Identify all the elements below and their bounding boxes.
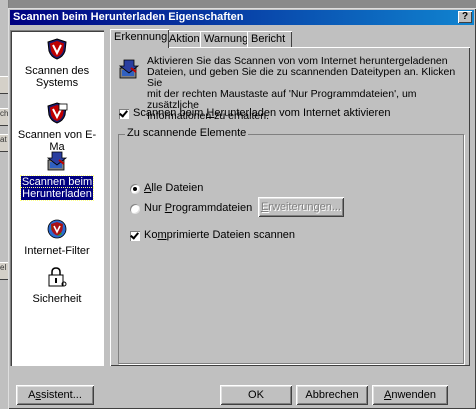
intro-line: Dateien, und geben Sie die zu scannenden… bbox=[147, 66, 456, 89]
all-files-label[interactable]: Alle Dateien bbox=[144, 182, 203, 194]
program-files-label[interactable]: Nur Programmdateien bbox=[144, 202, 252, 214]
download-scan-icon bbox=[46, 151, 68, 171]
tab-erkennung[interactable]: Erkennung bbox=[110, 29, 169, 48]
category-sidebar: Scannen des Systems Scannen von E-Ma Sca… bbox=[10, 30, 104, 366]
sidebar-item-label: Sicherheit bbox=[32, 293, 82, 305]
title-bar: Scannen beim Herunterladen Eigenschaften… bbox=[10, 10, 474, 25]
background-button: el bbox=[0, 262, 8, 280]
background-button: at bbox=[0, 134, 8, 152]
help-button[interactable]: ? bbox=[458, 11, 472, 23]
sidebar-item-security[interactable]: Sicherheit bbox=[12, 266, 102, 305]
sidebar-item-internet-filter[interactable]: Internet-Filter bbox=[12, 218, 102, 257]
enable-download-scan-checkbox[interactable] bbox=[119, 109, 129, 119]
sidebar-item-label: Internet-Filter bbox=[24, 245, 90, 257]
scan-items-group bbox=[118, 134, 464, 364]
all-files-radio[interactable] bbox=[130, 184, 140, 194]
sidebar-item-label: Herunterladen bbox=[20, 187, 94, 201]
cancel-button[interactable]: Abbrechen bbox=[296, 385, 368, 405]
group-title: Zu scannende Elemente bbox=[125, 127, 249, 139]
sidebar-item-download-scan[interactable]: Scannen beim Herunterladen bbox=[12, 150, 102, 201]
ok-button[interactable]: OK bbox=[220, 385, 292, 405]
shield-mail-icon bbox=[47, 102, 68, 124]
tab-bericht[interactable]: Bericht bbox=[247, 31, 292, 47]
sidebar-item-email-scan[interactable]: Scannen von E-Ma bbox=[12, 102, 102, 153]
globe-shield-icon bbox=[47, 219, 67, 239]
shield-v-icon bbox=[47, 38, 67, 60]
program-files-radio[interactable] bbox=[130, 204, 140, 214]
background-button bbox=[0, 76, 8, 94]
extensions-button[interactable]: Erweiterungen... bbox=[258, 197, 344, 217]
compressed-files-label[interactable]: Komprimierte Dateien scannen bbox=[144, 229, 295, 241]
apply-button[interactable]: Anwenden bbox=[372, 385, 448, 405]
compressed-files-checkbox[interactable] bbox=[130, 231, 140, 241]
wizard-button[interactable]: Assistent... bbox=[16, 385, 94, 405]
lock-icon bbox=[48, 267, 67, 287]
sidebar-item-label: Systems bbox=[35, 77, 79, 89]
enable-download-scan-label[interactable]: Scannen beim Herunterladen vom Internet … bbox=[133, 107, 390, 119]
sidebar-item-label: Scannen beim bbox=[19, 175, 95, 189]
window-title: Scannen beim Herunterladen Eigenschaften bbox=[13, 11, 244, 23]
tab-aktion[interactable]: Aktion bbox=[165, 31, 204, 47]
tab-warnung[interactable]: Warnung bbox=[200, 31, 251, 47]
download-scan-icon bbox=[118, 59, 140, 79]
sidebar-item-system-scan[interactable]: Scannen des Systems bbox=[12, 38, 102, 89]
background-button: ch bbox=[0, 108, 8, 126]
sidebar-item-label: Scannen des bbox=[24, 65, 90, 77]
